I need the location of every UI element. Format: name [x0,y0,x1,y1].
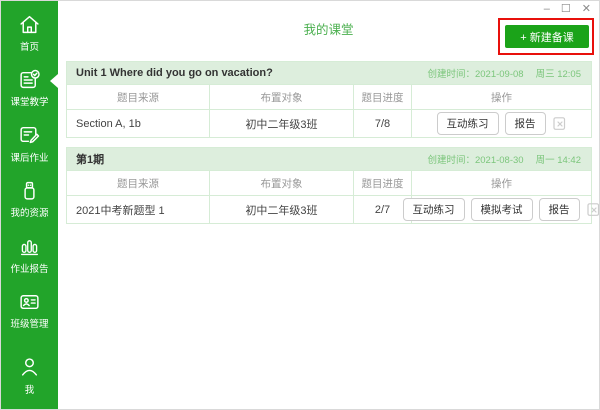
sidebar-item-label: 班级管理 [10,319,49,331]
close-button[interactable]: ✕ [582,4,591,15]
lesson-created-meta: 创建时间：2021-09-08 周三 12:05 [427,66,581,80]
table-row: 2021中考新题型 1 初中二年级3班 2/7 互动练习 模拟考试 报告 [66,195,599,224]
sidebar-item-classroom-teaching[interactable]: 课堂教学 [1,66,58,109]
revoke-icon[interactable] [586,202,600,217]
sidebar: 首页 课堂教学 课后作业 我的资源 作业报告 班级管理 我 [1,1,58,409]
cell-source: 2021中考新题型 1 [66,195,210,224]
report-button[interactable]: 报告 [538,198,580,221]
report-button[interactable]: 报告 [504,112,546,135]
sidebar-item-report[interactable]: 作业报告 [1,233,58,276]
col-header-source: 题目来源 [66,84,210,110]
new-lesson-button[interactable]: + 新建备课 [505,25,589,48]
sidebar-item-resources[interactable]: 我的资源 [1,177,58,220]
class-manage-icon [18,288,41,314]
sidebar-item-class-management[interactable]: 班级管理 [1,288,58,331]
table-row: Section A, 1b 初中二年级3班 7/8 互动练习 报告 [66,109,592,138]
app-window: 首页 课堂教学 课后作业 我的资源 作业报告 班级管理 我 – ☐ ✕ 我的课堂… [0,0,600,410]
main-area: – ☐ ✕ 我的课堂 + 新建备课 Unit 1 Where did you g… [58,1,599,409]
col-header-progress: 题目进度 [353,170,412,196]
col-header-source: 题目来源 [66,170,210,196]
report-icon [18,233,41,259]
sidebar-item-label: 作业报告 [10,263,49,275]
table-header-row: 题目来源 布置对象 题目进度 操作 [66,84,592,110]
homework-icon [18,122,41,148]
lesson-created-meta: 创建时间：2021-08-30 周一 14:42 [427,152,581,166]
cell-actions: 互动练习 报告 [411,109,592,138]
lesson-card: 第1期 创建时间：2021-08-30 周一 14:42 题目来源 布置对象 题… [66,147,599,224]
active-item-notch [50,74,58,89]
lesson-table: 题目来源 布置对象 题目进度 操作 2021中考新题型 1 初中二年级3班 2/… [66,170,599,224]
col-header-actions: 操作 [411,170,592,196]
classroom-icon [18,66,41,92]
window-controls: – ☐ ✕ [544,4,591,15]
lesson-card-header: Unit 1 Where did you go on vacation? 创建时… [66,61,592,84]
lesson-list: Unit 1 Where did you go on vacation? 创建时… [66,61,599,233]
home-icon [18,11,41,37]
minimize-button[interactable]: – [544,4,550,15]
sidebar-item-me[interactable]: 我 [1,354,58,397]
created-time: 创建时间：2021-08-30 [427,155,524,166]
cell-target: 初中二年级3班 [209,109,354,138]
maximize-button[interactable]: ☐ [561,4,571,15]
interactive-practice-button[interactable]: 互动练习 [402,198,465,221]
resources-icon [18,177,41,203]
sidebar-item-label: 首页 [19,42,39,53]
created-weekday: 周三 12:05 [535,69,581,80]
created-time: 创建时间：2021-09-08 [427,69,524,80]
col-header-target: 布置对象 [209,84,354,110]
cell-progress: 7/8 [353,109,412,138]
col-header-progress: 题目进度 [353,84,412,110]
cell-target: 初中二年级3班 [209,195,354,224]
col-header-actions: 操作 [411,84,592,110]
lesson-card: Unit 1 Where did you go on vacation? 创建时… [66,61,592,138]
lesson-card-header: 第1期 创建时间：2021-08-30 周一 14:42 [66,147,592,170]
lesson-table: 题目来源 布置对象 题目进度 操作 Section A, 1b 初中二年级3班 … [66,84,592,138]
sidebar-item-label: 课后作业 [10,152,49,164]
sidebar-item-label: 我 [24,384,35,396]
table-header-row: 题目来源 布置对象 题目进度 操作 [66,170,592,196]
sidebar-item-home[interactable]: 首页 [1,11,58,54]
interactive-practice-button[interactable]: 互动练习 [436,112,499,135]
lesson-title: Unit 1 Where did you go on vacation? [76,67,273,79]
mock-exam-button[interactable]: 模拟考试 [470,198,533,221]
cell-actions: 互动练习 模拟考试 报告 [402,195,599,224]
created-weekday: 周一 14:42 [535,155,581,166]
lesson-title: 第1期 [76,154,105,166]
cell-source: Section A, 1b [66,109,210,138]
sidebar-item-label: 我的资源 [10,208,49,220]
me-icon [18,354,41,380]
revoke-icon[interactable] [552,116,567,131]
sidebar-item-label: 课堂教学 [10,97,49,109]
sidebar-item-homework[interactable]: 课后作业 [1,122,58,165]
col-header-target: 布置对象 [209,170,354,196]
